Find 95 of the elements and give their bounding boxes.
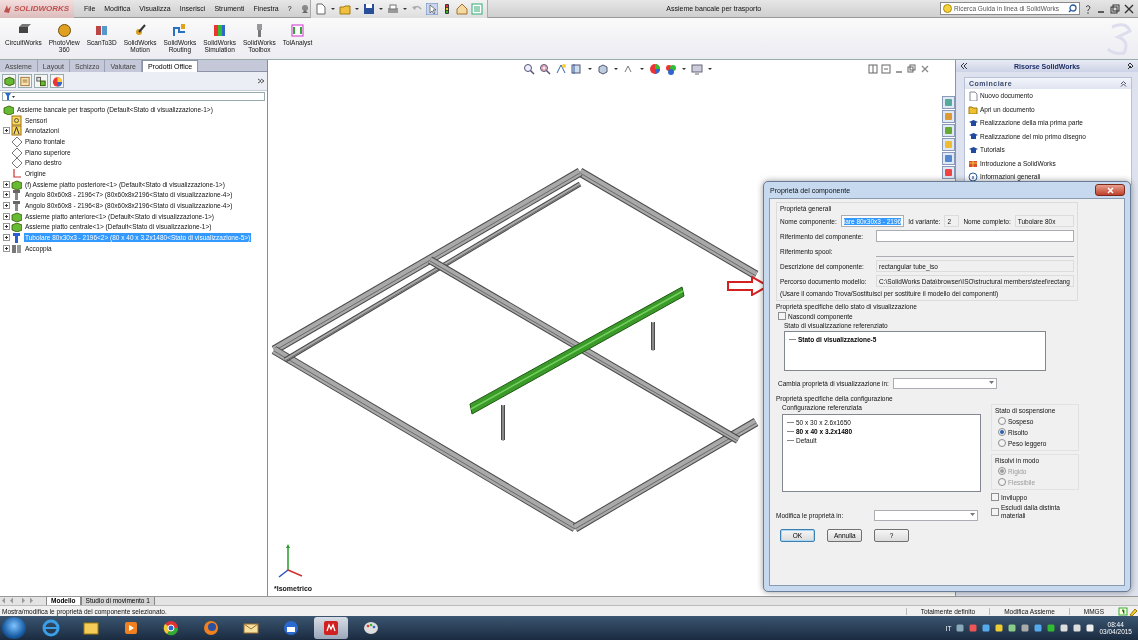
new-document-icon[interactable]: [314, 2, 327, 15]
configuration-icon: [35, 74, 47, 88]
graduation-cap-icon: [968, 144, 978, 155]
annotation-icon: [11, 125, 22, 137]
paint-palette-icon: [362, 619, 380, 637]
property-sheet-icon: [19, 74, 31, 88]
expand-toggle-icon[interactable]: [3, 202, 10, 210]
part-icon: [11, 232, 22, 244]
appearance-icon[interactable]: [649, 63, 661, 75]
restore-icon[interactable]: [1110, 3, 1120, 14]
link-views-icon[interactable]: [881, 64, 891, 74]
expand-icon[interactable]: [257, 77, 265, 85]
help-icon[interactable]: [1084, 3, 1092, 14]
plane-icon: [11, 157, 22, 169]
document-icon: [968, 90, 978, 101]
help-icon: [943, 4, 952, 13]
printer-icon[interactable]: [386, 2, 399, 15]
origin-icon: [11, 167, 22, 179]
assembly-icon: [3, 74, 15, 88]
cube-icon[interactable]: [597, 63, 609, 75]
media-player-icon: [122, 619, 140, 637]
folder-icon: [82, 619, 100, 637]
caret-icon: [970, 513, 975, 517]
restore-icon[interactable]: [907, 64, 917, 74]
folder-icon: [944, 140, 953, 149]
sphere-icon: [56, 23, 72, 38]
save-icon[interactable]: [362, 2, 375, 15]
appearance-tab[interactable]: [942, 166, 955, 179]
scene-icon[interactable]: [665, 63, 677, 75]
assembly-icon: [11, 178, 22, 190]
zoom-area-icon[interactable]: [539, 63, 551, 75]
close-button[interactable]: [1095, 184, 1125, 196]
expand-toggle-icon[interactable]: [3, 127, 10, 135]
cursor-icon[interactable]: [425, 2, 438, 15]
start-button[interactable]: [2, 617, 26, 639]
expand-toggle-icon[interactable]: [3, 191, 10, 199]
expand-toggle-icon[interactable]: [3, 234, 10, 242]
filter-field[interactable]: [2, 92, 265, 101]
split-view-icon[interactable]: [868, 64, 878, 74]
pin-icon[interactable]: [1126, 62, 1134, 70]
folder-icon: [968, 104, 978, 115]
house-icon: [944, 112, 953, 121]
caret-icon: [988, 381, 994, 385]
expand-toggle-icon[interactable]: [3, 212, 10, 220]
collapse-icon[interactable]: [960, 62, 968, 70]
assembly-icon: [3, 103, 14, 115]
part-icon: [11, 200, 22, 212]
plane-icon: [11, 146, 22, 158]
graduation-cap-icon: [968, 131, 978, 142]
logo-icon: [3, 3, 12, 14]
gift-icon: [968, 158, 978, 169]
search-icon[interactable]: [1068, 4, 1077, 13]
pin-icon[interactable]: [299, 3, 310, 14]
assembly-icon: [11, 221, 22, 233]
collapse-icon[interactable]: [1120, 80, 1127, 87]
app-logo-icon: [322, 619, 340, 637]
appearance-tab[interactable]: [50, 74, 64, 88]
property-sheet-tab[interactable]: [18, 74, 32, 88]
color-cube-icon: [212, 23, 228, 38]
folder-icon[interactable]: [338, 2, 351, 15]
close-icon[interactable]: [1124, 3, 1134, 14]
info-icon: [968, 171, 978, 182]
browser-icon: [42, 619, 60, 637]
app-logo: SOLIDWORKS: [14, 4, 70, 13]
part-icon: [11, 189, 22, 201]
plane-icon: [11, 135, 22, 147]
section-view-icon[interactable]: [571, 63, 583, 75]
help-icon[interactable]: [1118, 606, 1128, 616]
close-icon: [1106, 186, 1114, 194]
configuration-tab[interactable]: [34, 74, 48, 88]
assembly-icon: [11, 210, 22, 222]
pipe-icon: [172, 23, 188, 38]
resources-icon: [944, 98, 953, 107]
library-icon: [944, 126, 953, 135]
expand-toggle-icon[interactable]: [3, 223, 10, 231]
text-field[interactable]: [876, 230, 1074, 242]
browser-icon: [162, 619, 180, 637]
filter-icon: [5, 93, 15, 100]
graduation-cap-icon: [968, 117, 978, 128]
appearance-icon: [51, 74, 63, 88]
sensor-icon: [11, 114, 22, 126]
mail-bird-icon: [282, 619, 300, 637]
zoom-fit-icon[interactable]: [523, 63, 535, 75]
palette-icon: [944, 154, 953, 163]
previous-view-icon[interactable]: [555, 63, 567, 75]
mate-icon: [11, 242, 22, 254]
expand-toggle-icon[interactable]: [3, 180, 10, 188]
house-icon[interactable]: [455, 2, 468, 15]
tolerance-icon: [290, 23, 306, 38]
browser-icon: [202, 619, 220, 637]
expand-toggle-icon[interactable]: [3, 244, 10, 252]
palette-tab[interactable]: [942, 152, 955, 165]
appearance-icon: [944, 168, 953, 177]
monitor-icon[interactable]: [691, 63, 703, 75]
assembly-tab[interactable]: [2, 74, 16, 88]
